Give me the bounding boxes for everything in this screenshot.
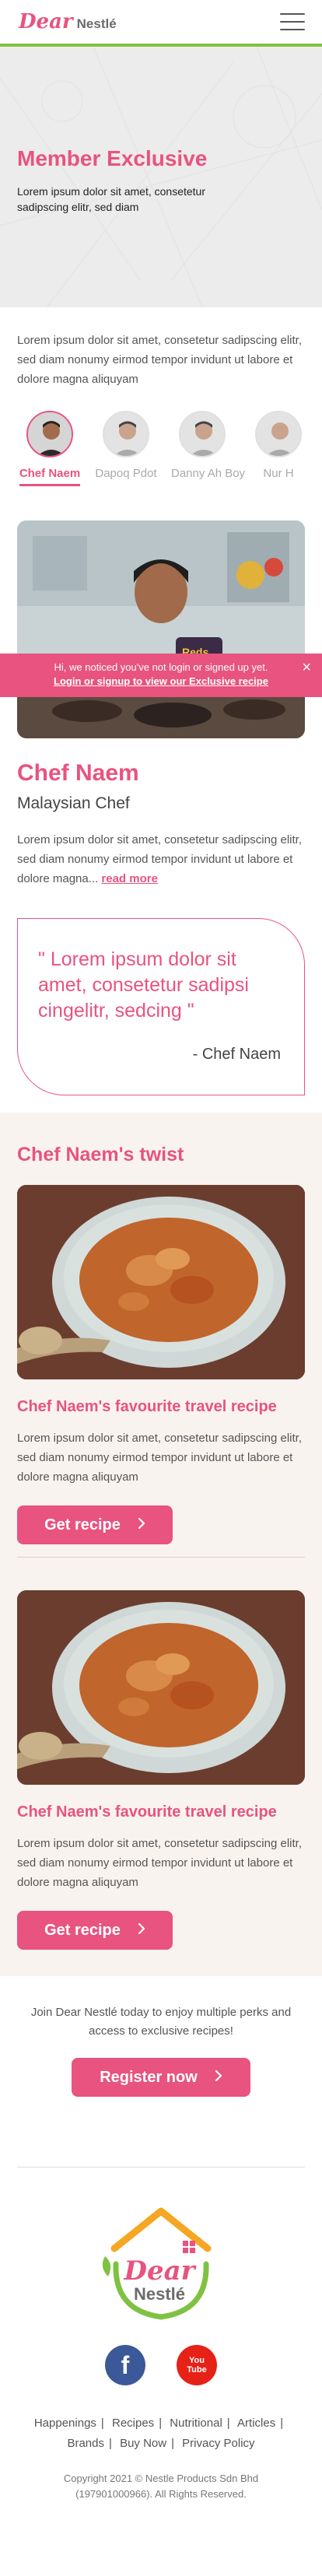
recipe-image[interactable] [17,1590,305,1785]
hero-banner: Member Exclusive Lorem ipsum dolor sit a… [0,47,322,307]
get-recipe-label: Get recipe [44,1921,121,1939]
recipe-image[interactable] [17,1185,305,1379]
intro-text: Lorem ipsum dolor sit amet, consetetur s… [17,334,302,386]
logo-dear-text: Dear [19,10,73,33]
chef-tab-label: Dapoq Pdot [95,467,157,480]
recipe-title: Chef Naem's favourite travel recipe [17,1398,277,1415]
footer-logo-dear: Dear [123,2255,196,2287]
footer-logo-nestle: Nestlé [134,2284,185,2304]
chef-tab-label: Chef Naem [19,467,81,486]
join-section: Join Dear Nestlé today to enjoy multiple… [0,2003,322,2097]
chef-quote-text: " Lorem ipsum dolor sit amet, consetetur… [38,948,249,1022]
page-title: Member Exclusive [17,146,208,170]
get-recipe-label: Get recipe [44,1516,121,1533]
chef-quote-box: " Lorem ipsum dolor sit amet, consetetur… [17,918,305,1095]
site-header: Dear Nestlé [0,0,322,47]
login-prompt-message: Hi, we noticed you've not login or signe… [54,661,268,673]
facebook-glyph: f [121,2350,130,2379]
dear-nestle-logo[interactable]: Dear Nestlé [19,10,117,33]
twist-section-title: Chef Naem's twist [17,1144,184,1165]
join-text: Join Dear Nestlé today to enjoy multiple… [30,2006,292,2038]
chef-tab-dapoq-pdot[interactable]: Dapoq Pdot [95,411,157,486]
login-signup-link[interactable]: Login or signup to view our Exclusive re… [0,675,322,689]
footer-link-articles[interactable]: Articles [237,2417,275,2430]
footer-links: Happenings | Recipes | Nutritional | Articl… [33,2417,284,2450]
register-now-label: Register now [100,2068,198,2086]
chef-twist-section: Chef Naem's twist Chef Naem's favourite … [0,1113,322,1976]
chef-bio: Lorem ipsum dolor sit amet, consetetur s… [0,813,322,888]
copyright-line2: (197901000966). All Rights Reserved. [75,2488,247,2500]
recipe-card: Chef Naem's favourite travel recipe Lore… [0,1185,322,1544]
footer-divider [17,2167,305,2168]
avatar [26,411,73,457]
chevron-right-icon [138,1516,145,1534]
footer-link-buy-now[interactable]: Buy Now [120,2437,166,2450]
chef-tab-danny-ah-boy[interactable]: Danny Ah Boy [171,411,245,486]
facebook-icon[interactable]: f [105,2345,145,2385]
chef-tab-naem[interactable]: Chef Naem [19,411,81,486]
site-footer: Dear Nestlé f You Tube Happenings | Recip… [0,2202,322,2502]
chef-photo: Reds [17,520,305,738]
read-more-link[interactable]: read more [101,872,158,885]
recipe-description: Lorem ipsum dolor sit amet, consetetur s… [17,1837,302,1889]
footer-link-happenings[interactable]: Happenings [34,2417,96,2430]
chevron-right-icon [215,2069,222,2087]
chef-selector: Chef Naem Dapoq Pdot Danny Ah Boy Nur H [0,389,322,486]
footer-link-privacy-policy[interactable]: Privacy Policy [182,2437,254,2450]
chef-name-heading: Chef Naem [17,760,139,786]
copyright: Copyright 2021 © Nestle Products Sdn Bhd… [0,2471,322,2502]
get-recipe-button[interactable]: Get recipe [17,1911,173,1950]
recipe-description: Lorem ipsum dolor sit amet, consetetur s… [17,1432,302,1484]
get-recipe-button[interactable]: Get recipe [17,1505,173,1544]
avatar [255,411,302,457]
avatar [103,411,149,457]
hamburger-menu-icon[interactable] [280,13,305,30]
close-icon[interactable]: × [302,660,311,675]
chef-tab-nur-h[interactable]: Nur H [247,411,310,486]
copyright-line1: Copyright 2021 © Nestle Products Sdn Bhd [63,2473,259,2484]
hero-subtitle: Lorem ipsum dolor sit amet, consetetur s… [17,185,205,213]
chef-origin: Malaysian Chef [17,794,130,812]
login-prompt-banner: Hi, we noticed you've not login or signe… [0,654,322,697]
logo-nestle-text: Nestlé [76,16,117,31]
chef-quote-author: - Chef Naem [192,1046,281,1063]
chef-tab-label: Nur H [263,467,294,480]
chef-tab-label: Danny Ah Boy [171,467,246,480]
hero-content: Member Exclusive Lorem ipsum dolor sit a… [17,146,250,215]
register-now-button[interactable]: Register now [72,2058,250,2097]
social-links: f You Tube [0,2345,322,2385]
footer-link-recipes[interactable]: Recipes [112,2417,154,2430]
chef-bio-text: Lorem ipsum dolor sit amet, consetetur s… [17,833,302,885]
recipe-divider [17,1557,305,1558]
youtube-glyph-top: You [189,2356,205,2365]
footer-logo[interactable]: Dear Nestlé [91,2202,231,2326]
avatar [179,411,226,457]
footer-link-brands[interactable]: Brands [67,2437,104,2450]
recipe-title: Chef Naem's favourite travel recipe [17,1803,277,1821]
footer-link-nutritional[interactable]: Nutritional [170,2417,222,2430]
youtube-icon[interactable]: You Tube [177,2345,217,2385]
recipe-card: Chef Naem's favourite travel recipe Lore… [0,1590,322,1950]
youtube-glyph-bottom: Tube [187,2365,207,2374]
chevron-right-icon [138,1922,145,1940]
